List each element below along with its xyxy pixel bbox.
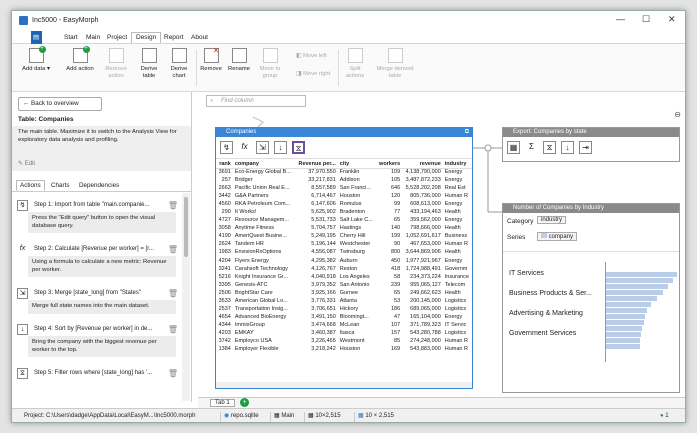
step-description: Press the "Edit query" button to open th…	[28, 212, 176, 233]
minimize-button[interactable]: —	[616, 14, 625, 24]
trash-icon[interactable]: 🗑	[168, 199, 178, 212]
remove-icon: ✕	[203, 47, 220, 63]
steps-scrollbar[interactable]	[182, 193, 190, 401]
workflow-canvas[interactable]: ⌕ Find column ⊖ Companies ⧉ ↯ fx ⇲ ↓ ⧖ ran…	[198, 92, 685, 397]
trash-icon[interactable]: 🗑	[168, 323, 178, 336]
move-to-group-button[interactable]: Move to group	[256, 48, 284, 80]
status-separator	[354, 412, 355, 422]
filter-icon: ⧖	[17, 368, 28, 379]
left-tabs: Actions Charts Dependencies	[12, 180, 191, 192]
merge-derived-table-button[interactable]: Merge derived table	[374, 48, 416, 80]
trash-icon[interactable]: 🗑	[168, 243, 178, 256]
merge-icon	[387, 48, 403, 63]
status-bar: Project: C:\Users\dadge\AppData\Local\Ea…	[12, 408, 685, 422]
database-icon: ◉	[224, 413, 230, 419]
table-icon: ▦	[308, 413, 314, 419]
project-path: Project: C:\Users\dadge\AppData\Local\Ea…	[24, 413, 196, 419]
rename-button[interactable]: Rename	[226, 48, 252, 73]
maximize-button[interactable]: ☐	[642, 14, 650, 25]
module-status[interactable]: ▦ Main	[274, 409, 294, 422]
title-bar: Inc5000 - EasyMorph — ☐ ✕	[12, 11, 685, 31]
import-icon: ↯	[17, 200, 28, 211]
close-button[interactable]: ✕	[668, 14, 676, 25]
formula-icon: fx	[17, 244, 28, 255]
step-item[interactable]: ↓ Step 4: Sort by [Revenue per worker] in…	[16, 323, 180, 357]
tab-main[interactable]: Main	[82, 33, 104, 44]
tab-dependencies[interactable]: Dependencies	[76, 181, 122, 190]
app-window: Inc5000 - EasyMorph — ☐ ✕ ▤ Start Main P…	[11, 10, 686, 423]
derive-table-button[interactable]: Derive table	[135, 48, 163, 80]
tab-report[interactable]: Report	[160, 33, 188, 44]
selection-size-status: ▦ 10 × 2,515	[358, 413, 394, 419]
left-panel: ← Back to overview Table: Companies The …	[12, 92, 192, 402]
derive-chart-button[interactable]: Derive chart	[165, 48, 193, 80]
app-icon	[19, 16, 28, 25]
add-sheet-icon[interactable]: +	[240, 398, 249, 407]
step-description: Using a formula to calculate a new metri…	[28, 256, 176, 277]
file-menu-icon[interactable]: ▤	[31, 31, 42, 44]
tab-about[interactable]: About	[187, 33, 212, 44]
tab-actions[interactable]: Actions	[16, 180, 45, 191]
tab-charts[interactable]: Charts	[48, 181, 73, 190]
notification-count[interactable]: ● 1	[660, 409, 669, 422]
move-left-button[interactable]: ◧ Move left	[296, 53, 327, 59]
rename-icon	[231, 48, 247, 63]
ribbon: + Add data ▾ + Add action Remove action De…	[12, 44, 685, 92]
table-add-icon: +	[28, 46, 46, 63]
step-item[interactable]: ⧖ Step 5: Filter rows where [state_long] …	[16, 367, 180, 380]
menu-bar: ▤ Start Main Project Design Report About	[12, 31, 685, 44]
check-circle-icon: ●	[660, 413, 664, 419]
derive-table-icon	[141, 48, 157, 63]
action-remove-icon	[108, 48, 124, 63]
status-separator	[304, 412, 305, 422]
move-group-icon	[262, 48, 278, 63]
edit-description-link[interactable]: ✎ Edit	[18, 161, 35, 169]
arrow-left-icon: ←	[23, 100, 30, 107]
ribbon-separator	[196, 50, 197, 86]
module-icon: ▦	[274, 413, 280, 419]
connectors	[252, 116, 502, 213]
window-title: Inc5000 - EasyMorph	[32, 17, 99, 24]
remove-action-button[interactable]: Remove action	[100, 48, 132, 80]
trash-icon[interactable]: 🗑	[168, 367, 178, 380]
status-separator	[220, 412, 221, 422]
move-right-button[interactable]: ◨ Move right	[296, 71, 330, 77]
tab-design[interactable]: Design	[131, 32, 162, 43]
remove-button[interactable]: ✕ Remove	[198, 47, 224, 73]
table-description-box: The main table. Maximize it to switch to…	[12, 126, 191, 171]
table-description: The main table. Maximize it to switch to…	[18, 129, 177, 143]
sheet-tab[interactable]: Tab 1	[210, 399, 235, 407]
tab-start[interactable]: Start	[60, 33, 82, 44]
step-item[interactable]: ⇲ Step 3: Merge [state_long] from "States…	[16, 287, 180, 314]
back-to-overview-button[interactable]: ← Back to overview	[18, 97, 102, 111]
merge-icon: ⇲	[17, 288, 28, 299]
sort-icon: ↓	[17, 324, 28, 335]
trash-icon[interactable]: 🗑	[168, 287, 178, 300]
status-separator	[270, 412, 271, 422]
action-add-icon: +	[72, 46, 90, 63]
split-actions-button[interactable]: Split actions	[342, 48, 368, 80]
step-item[interactable]: fx Step 2: Calculate [Revenue per worker]…	[16, 243, 180, 277]
split-icon	[347, 48, 363, 63]
add-data-button[interactable]: + Add data ▾	[22, 46, 50, 73]
add-action-button[interactable]: + Add action	[62, 46, 98, 73]
selection-icon: ▦	[358, 413, 364, 419]
step-item[interactable]: ↯ Step 1: Import from table "main.compani…	[16, 199, 180, 233]
tab-project[interactable]: Project	[103, 33, 131, 44]
repo-status[interactable]: ◉ repo.sqlite	[224, 409, 259, 422]
step-description: Merge full state names into the main dat…	[28, 300, 176, 314]
steps-list: ↯ Step 1: Import from table "main.compani…	[12, 193, 182, 401]
pencil-icon: ✎	[18, 161, 24, 167]
derive-chart-icon	[171, 48, 187, 63]
ribbon-separator	[338, 50, 339, 86]
step-description: Bring the company with the biggest reven…	[28, 336, 176, 357]
sheet-tabs-bar: Tab 1 +	[198, 397, 685, 408]
table-size-status: ▦ 10×2,515	[308, 413, 341, 419]
table-title: Table: Companies	[18, 116, 74, 123]
